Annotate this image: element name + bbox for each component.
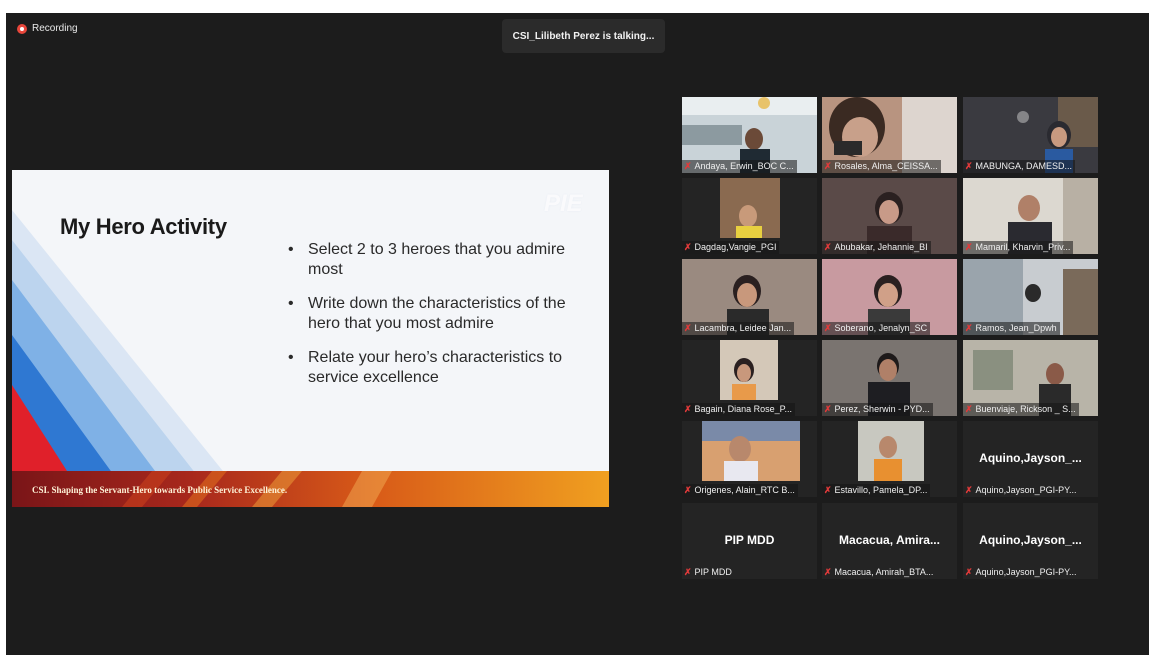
participant-name-label: ✗ Rosales, Alma_CEISSA... bbox=[822, 160, 941, 173]
participant-tile[interactable]: ✗ Mamaril, Kharvin_Priv... bbox=[963, 178, 1098, 254]
participant-display-name: PIP MDD bbox=[724, 533, 775, 547]
participant-name-label: ✗ Andaya, Erwin_BOC C... bbox=[682, 160, 797, 173]
slide-bullet: Select 2 to 3 heroes that you admire mos… bbox=[284, 240, 594, 280]
muted-mic-icon: ✗ bbox=[824, 242, 832, 252]
participant-tile[interactable]: ✗ MABUNGA, DAMESD... bbox=[963, 97, 1098, 173]
participant-tile[interactable]: ✗ Origenes, Alain_RTC B... bbox=[682, 421, 817, 497]
participant-tile[interactable]: ✗ Estavillo, Pamela_DP... bbox=[822, 421, 957, 497]
participant-tile[interactable]: ✗ Rosales, Alma_CEISSA... bbox=[822, 97, 957, 173]
slide-bullet: Write down the characteristics of the he… bbox=[284, 294, 594, 334]
muted-mic-icon: ✗ bbox=[684, 567, 692, 577]
muted-mic-icon: ✗ bbox=[684, 485, 692, 495]
participant-tile[interactable]: ✗ Soberano, Jenalyn_SC bbox=[822, 259, 957, 335]
participant-name-label: ✗ Abubakar, Jehannie_BI bbox=[822, 241, 931, 254]
muted-mic-icon: ✗ bbox=[965, 485, 973, 495]
muted-mic-icon: ✗ bbox=[824, 485, 832, 495]
participant-name-label: ✗ Estavillo, Pamela_DP... bbox=[822, 484, 931, 497]
participant-display-name: Aquino,Jayson_... bbox=[979, 451, 1082, 465]
participant-name-label: ✗ Bagain, Diana Rose_P... bbox=[682, 403, 795, 416]
shared-screen-slide: PIE My Hero Activity Select 2 to 3 heroe… bbox=[12, 170, 609, 507]
muted-mic-icon: ✗ bbox=[965, 161, 973, 171]
participant-name-label: ✗ Dagdag,Vangie_PGI bbox=[682, 241, 780, 254]
pie-watermark-logo: PIE bbox=[544, 190, 583, 217]
slide-bullet-list: Select 2 to 3 heroes that you admire mos… bbox=[284, 240, 594, 402]
muted-mic-icon: ✗ bbox=[824, 567, 832, 577]
participant-tile[interactable]: ✗ Ramos, Jean_Dpwh bbox=[963, 259, 1098, 335]
zoom-meeting-window: Recording CSI_Lilibeth Perez is talking.… bbox=[6, 13, 1149, 655]
participant-tile[interactable]: Macacua, Amira... ✗ Macacua, Amirah_BTA..… bbox=[822, 503, 957, 579]
participant-name-label: ✗ MABUNGA, DAMESD... bbox=[963, 160, 1076, 173]
muted-mic-icon: ✗ bbox=[965, 323, 973, 333]
participant-name-label: ✗ Origenes, Alain_RTC B... bbox=[682, 484, 798, 497]
muted-mic-icon: ✗ bbox=[824, 161, 832, 171]
participant-tile[interactable]: ✗ Lacambra, Leidee Jan... bbox=[682, 259, 817, 335]
muted-mic-icon: ✗ bbox=[965, 242, 973, 252]
participant-name-label: ✗ Ramos, Jean_Dpwh bbox=[963, 322, 1060, 335]
muted-mic-icon: ✗ bbox=[965, 404, 973, 414]
muted-mic-icon: ✗ bbox=[684, 323, 692, 333]
participant-name-label: ✗ Soberano, Jenalyn_SC bbox=[822, 322, 931, 335]
participant-name-label: ✗ Buenviaje, Rickson _ S... bbox=[963, 403, 1079, 416]
recording-label: Recording bbox=[32, 23, 78, 34]
active-speaker-banner: CSI_Lilibeth Perez is talking... bbox=[502, 19, 665, 53]
participant-name-label: ✗ Mamaril, Kharvin_Priv... bbox=[963, 241, 1074, 254]
participant-tile[interactable]: ✗ Andaya, Erwin_BOC C... bbox=[682, 97, 817, 173]
participant-name-label: ✗ PIP MDD bbox=[684, 567, 732, 577]
muted-mic-icon: ✗ bbox=[684, 404, 692, 414]
slide-footer-banner: CSI. Shaping the Servant-Hero towards Pu… bbox=[12, 471, 609, 507]
slide-title: My Hero Activity bbox=[60, 214, 227, 239]
participant-tile[interactable]: ✗ Buenviaje, Rickson _ S... bbox=[963, 340, 1098, 416]
participant-tile[interactable]: ✗ Bagain, Diana Rose_P... bbox=[682, 340, 817, 416]
slide-bullet: Relate your hero’s characteristics to se… bbox=[284, 348, 594, 388]
participant-display-name: Macacua, Amira... bbox=[839, 533, 940, 547]
muted-mic-icon: ✗ bbox=[684, 242, 692, 252]
slide-footer-text: CSI. Shaping the Servant-Hero towards Pu… bbox=[32, 485, 288, 495]
record-dot-icon bbox=[17, 23, 27, 34]
participant-tile[interactable]: PIP MDD ✗ PIP MDD bbox=[682, 503, 817, 579]
participant-tile[interactable]: Aquino,Jayson_... ✗ Aquino,Jayson_PGI-PY.… bbox=[963, 503, 1098, 579]
participant-tile[interactable]: ✗ Abubakar, Jehannie_BI bbox=[822, 178, 957, 254]
muted-mic-icon: ✗ bbox=[824, 404, 832, 414]
participant-name-label: ✗ Lacambra, Leidee Jan... bbox=[682, 322, 795, 335]
participant-tile[interactable]: ✗ Dagdag,Vangie_PGI bbox=[682, 178, 817, 254]
participant-name-label: ✗ Macacua, Amirah_BTA... bbox=[824, 567, 934, 577]
participant-name-label: ✗ Aquino,Jayson_PGI-PY... bbox=[965, 567, 1077, 577]
muted-mic-icon: ✗ bbox=[684, 161, 692, 171]
recording-indicator[interactable]: Recording bbox=[17, 23, 78, 34]
participant-name-label: ✗ Aquino,Jayson_PGI-PY... bbox=[965, 485, 1077, 495]
participant-display-name: Aquino,Jayson_... bbox=[979, 533, 1082, 547]
participant-tile[interactable]: ✗ Perez, Sherwin - PYD... bbox=[822, 340, 957, 416]
muted-mic-icon: ✗ bbox=[965, 567, 973, 577]
muted-mic-icon: ✗ bbox=[824, 323, 832, 333]
participant-name-label: ✗ Perez, Sherwin - PYD... bbox=[822, 403, 933, 416]
participant-tile[interactable]: Aquino,Jayson_... ✗ Aquino,Jayson_PGI-PY.… bbox=[963, 421, 1098, 497]
